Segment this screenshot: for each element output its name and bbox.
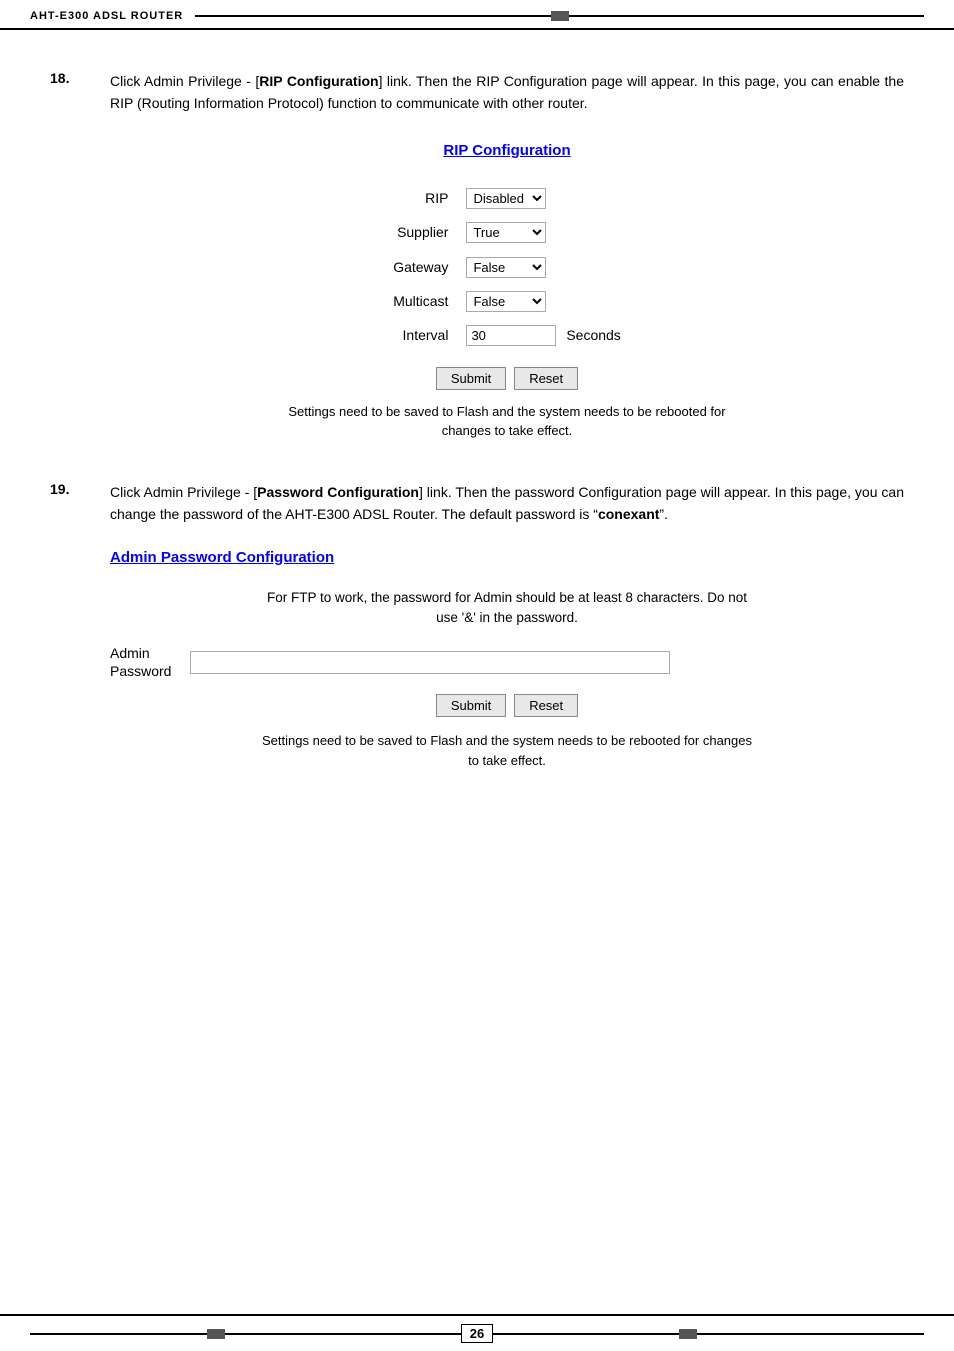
admin-note-line1: For FTP to work, the password for Admin … <box>267 590 747 605</box>
rip-config-title: RIP Configuration <box>267 139 747 163</box>
rip-select-cell[interactable]: Disabled Enabled <box>458 181 628 215</box>
rip-flash-note: Settings need to be saved to Flash and t… <box>267 402 747 441</box>
multicast-label: Multicast <box>385 284 458 318</box>
section-19: 19. Click Admin Privilege - [Password Co… <box>50 481 904 781</box>
admin-reset-button[interactable]: Reset <box>514 694 578 717</box>
admin-submit-button[interactable]: Submit <box>436 694 506 717</box>
section-18-number: 18. <box>50 70 110 451</box>
admin-label-line2: Password <box>110 662 190 680</box>
rip-select[interactable]: Disabled Enabled <box>466 188 546 209</box>
gateway-label: Gateway <box>385 250 458 284</box>
rip-flash-note-line2: changes to take effect. <box>442 423 573 438</box>
admin-flash-note-line1: Settings need to be saved to Flash and t… <box>262 733 752 748</box>
admin-note-line2: use '&' in the password. <box>436 610 578 625</box>
multicast-row: Multicast True False <box>385 284 629 318</box>
page-number: 26 <box>461 1324 493 1343</box>
admin-password-input[interactable] <box>190 651 670 674</box>
admin-password-label: Admin Password <box>110 644 190 680</box>
page-container: AHT-E300 ADSL ROUTER 18. Click Admin Pri… <box>0 0 954 1351</box>
section-18-link: RIP Configuration <box>259 73 378 89</box>
rip-reset-button[interactable]: Reset <box>514 367 578 390</box>
section-18-text-pre: Click Admin Privilege - [ <box>110 73 259 89</box>
rip-buttons-row: Submit Reset <box>267 367 747 390</box>
interval-label: Interval <box>385 318 458 352</box>
rip-submit-button[interactable]: Submit <box>436 367 506 390</box>
admin-flash-note-line2: to take effect. <box>468 753 546 768</box>
seconds-label: Seconds <box>566 327 620 343</box>
admin-password-row: Admin Password <box>110 644 904 680</box>
rip-flash-note-line1: Settings need to be saved to Flash and t… <box>288 404 725 419</box>
admin-buttons-row: Submit Reset <box>110 694 904 717</box>
section-18: 18. Click Admin Privilege - [RIP Configu… <box>50 70 904 451</box>
page-footer: 26 <box>0 1314 954 1351</box>
rip-form-table: RIP Disabled Enabled Supplier <box>385 181 629 353</box>
admin-label-line1: Admin <box>110 644 190 662</box>
interval-row: Interval Seconds <box>385 318 629 352</box>
admin-config-note: For FTP to work, the password for Admin … <box>110 588 904 629</box>
admin-config-box: Admin Password Configuration For FTP to … <box>110 546 904 771</box>
section-19-text-end: ”. <box>659 506 668 522</box>
section-19-body: Click Admin Privilege - [Password Config… <box>110 481 904 781</box>
rip-row: RIP Disabled Enabled <box>385 181 629 215</box>
supplier-label: Supplier <box>385 215 458 249</box>
gateway-select-cell[interactable]: True False <box>458 250 628 284</box>
section-19-link: Password Configuration <box>257 484 419 500</box>
multicast-select-cell[interactable]: True False <box>458 284 628 318</box>
section-19-number: 19. <box>50 481 110 781</box>
section-18-body: Click Admin Privilege - [RIP Configurati… <box>110 70 904 451</box>
multicast-select[interactable]: True False <box>466 291 546 312</box>
supplier-row: Supplier True False <box>385 215 629 249</box>
header-logo: AHT-E300 ADSL ROUTER <box>30 10 183 22</box>
rip-label: RIP <box>385 181 458 215</box>
main-content: 18. Click Admin Privilege - [RIP Configu… <box>0 30 954 850</box>
default-password: conexant <box>598 506 659 522</box>
supplier-select-cell[interactable]: True False <box>458 215 628 249</box>
interval-input[interactable] <box>466 325 556 346</box>
admin-flash-note: Settings need to be saved to Flash and t… <box>110 731 904 770</box>
gateway-row: Gateway True False <box>385 250 629 284</box>
page-header: AHT-E300 ADSL ROUTER <box>0 0 954 30</box>
admin-config-title: Admin Password Configuration <box>110 546 904 570</box>
supplier-select[interactable]: True False <box>466 222 546 243</box>
rip-config-box: RIP Configuration RIP Disabled Enabled <box>267 139 747 441</box>
section-19-text-pre: Click Admin Privilege - [ <box>110 484 257 500</box>
interval-cell: Seconds <box>458 318 628 352</box>
gateway-select[interactable]: True False <box>466 257 546 278</box>
